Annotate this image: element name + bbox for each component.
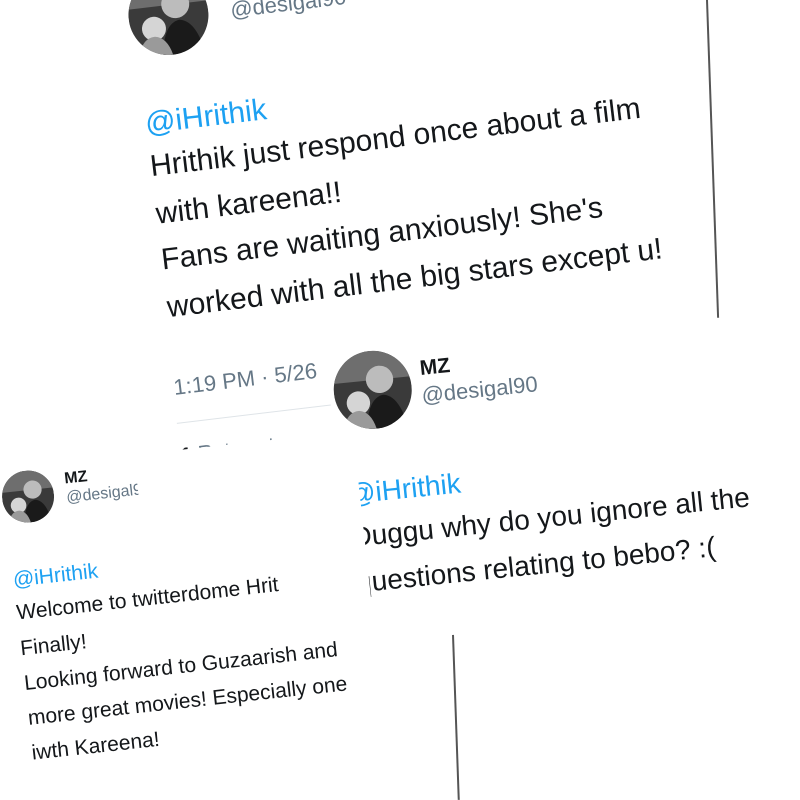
tweet-card-3[interactable]: MZ @desigal90 @iHrithik Welcome to twitt… (0, 431, 392, 800)
tweet-timestamp[interactable]: 1:19 PM · 5/26 (172, 358, 318, 401)
user-handle[interactable]: @desigal90 (229, 0, 348, 24)
mention-link[interactable]: @iHrithik (346, 468, 463, 511)
avatar[interactable] (124, 0, 213, 60)
tweet-text-line: with kareena!! (154, 175, 344, 231)
mention-link[interactable]: @iHrithik (12, 560, 100, 593)
avatar[interactable] (0, 467, 57, 526)
profile-photo-icon (330, 347, 416, 433)
display-name[interactable]: MZ (419, 354, 452, 381)
profile-photo-icon (0, 467, 57, 526)
screenshot-collage: MZ @desigal90 @iHrithik Hrithik just res… (0, 0, 800, 800)
tweet-text-line: iwth Kareena! (30, 727, 161, 765)
tweet-card-2[interactable]: MZ @desigal90 @iHrithik Duggu why do you… (330, 307, 800, 654)
display-name[interactable]: MZ (63, 468, 88, 488)
tweet-text-line: Finally! (19, 630, 88, 661)
avatar[interactable] (330, 347, 416, 433)
divider (176, 404, 331, 424)
screenshot-edge (452, 634, 460, 800)
profile-photo-icon (124, 0, 213, 60)
mention-link[interactable]: @iHrithik (143, 93, 268, 141)
